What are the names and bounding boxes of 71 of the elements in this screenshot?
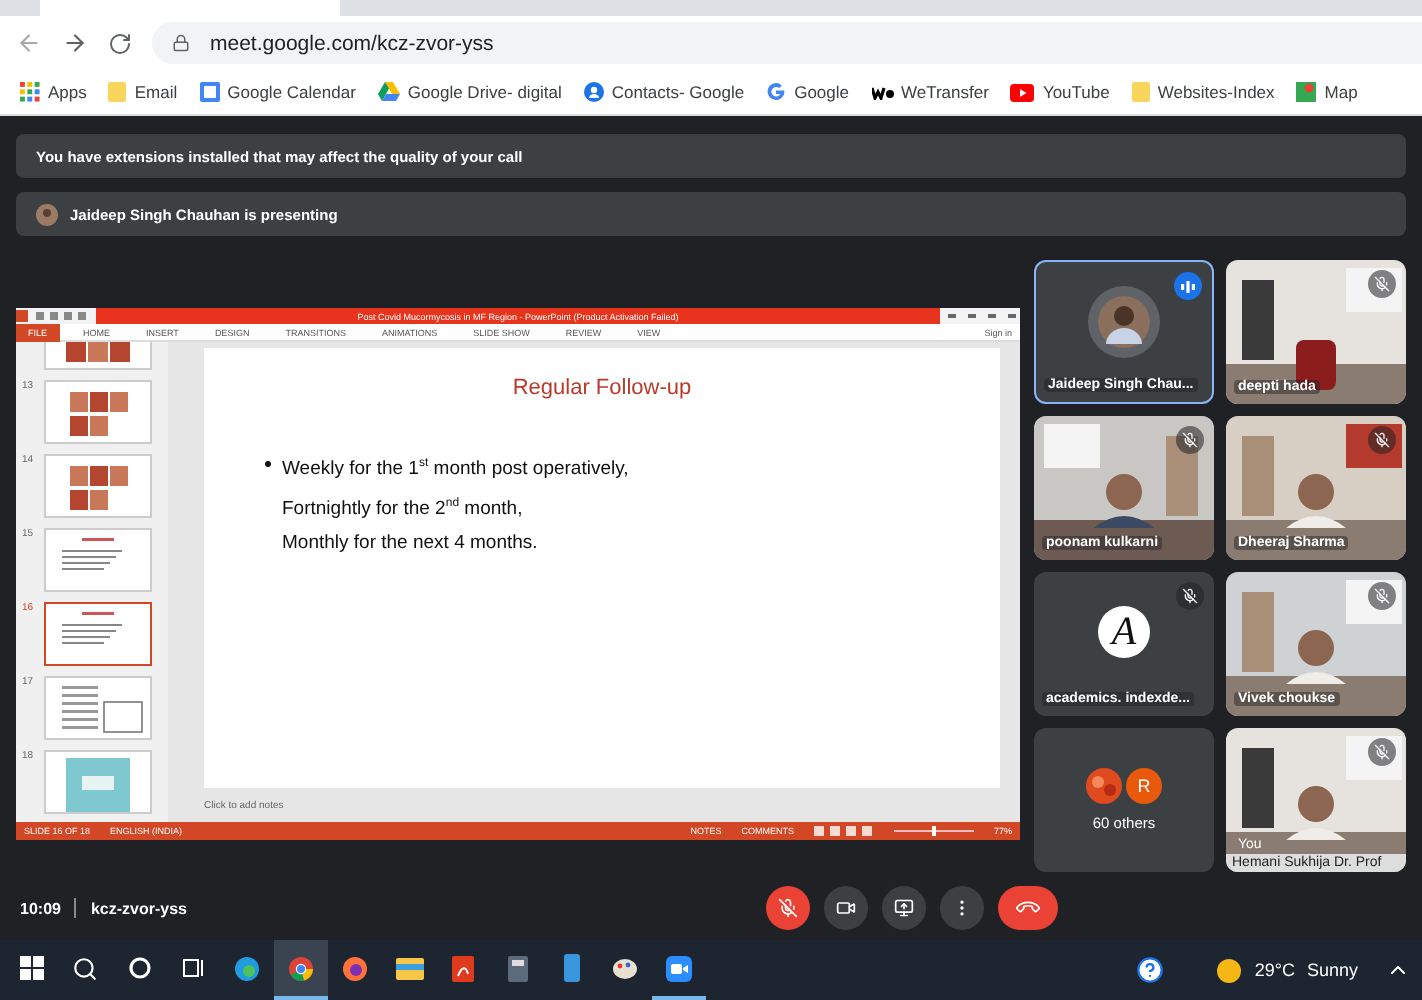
present-button[interactable] [882,886,927,930]
play-logo-icon [1010,83,1035,101]
slide-thumbnail[interactable] [44,750,152,814]
view-buttons-icon [813,826,874,836]
avatar-icon [1086,768,1122,804]
slide-thumbnail[interactable] [44,454,152,518]
apps-grid-icon [20,82,40,102]
microphone-button[interactable] [766,886,811,930]
slide-thumbnail[interactable] [44,528,152,592]
phone-icon [563,954,579,982]
slide-text: Weekly for the 1$^{st}$ month post operatively, [282,456,629,483]
slide-thumbnail[interactable] [44,342,152,370]
fox-icon [342,955,368,981]
address-bar[interactable]: meet.google.com/kcz-zvor-yss [152,22,1422,64]
bullet-icon [264,460,272,468]
sun-icon [1216,957,1243,983]
present-screen-icon [894,898,915,918]
mic-off-icon [778,898,799,918]
taskbar-button[interactable] [274,940,328,1000]
search-icon [72,955,98,981]
slide-thumbnail[interactable] [44,676,152,740]
slide-text: Monthly for the next 4 months. [282,532,538,557]
calculator-icon [507,955,527,981]
hang-up-button[interactable] [998,886,1059,930]
slide-text: Fortnightly for the 2$^{nd}$ month, [282,495,523,523]
avatar-icon [36,203,58,225]
g-logo-icon [766,82,787,102]
palette-icon [612,957,638,979]
avatar: R [1126,768,1162,804]
folder-icon [108,82,127,102]
meeting-code: kcz-zvor-yss [90,899,189,917]
bookmark-link[interactable]: Google Drive- digital [377,82,562,102]
folder-icon [395,957,423,979]
bookmark-link[interactable]: WeTransfer [871,82,989,102]
calendar-icon [199,82,220,102]
bookmark-link[interactable]: Google Calendar [199,82,356,102]
swirl-icon [234,955,260,981]
lock-icon [172,34,190,52]
bookmark-link[interactable]: Email [108,82,178,102]
slide-thumbnail[interactable] [44,380,152,444]
circle-logo-icon [288,955,314,981]
task-view-icon [181,956,205,980]
speaking-icon [1174,272,1202,300]
map-pin-icon [1296,82,1317,102]
bookmark-link[interactable]: Map [1296,82,1358,102]
forward-button[interactable] [62,30,88,56]
weather-condition: Sunny [1306,960,1358,980]
four-squares-icon [19,956,43,980]
avatar: A [1098,606,1150,658]
reload-button[interactable] [108,31,132,55]
triangle-logo-icon [377,82,400,102]
temperature: 29°C [1254,960,1295,980]
folder-icon [1131,82,1150,102]
camera-button[interactable] [824,886,869,930]
avatar [1088,286,1160,358]
help-icon[interactable] [1136,956,1165,984]
bookmark-link[interactable]: Google [766,82,849,102]
clock: 10:09 [20,899,61,917]
bookmark-link[interactable]: YouTube [1010,82,1110,102]
camera-icon [836,898,857,918]
video-camera-icon [666,955,692,981]
slide-title: Regular Follow-up [512,376,694,400]
slide-preview-drawing [66,342,130,364]
document-icon [452,955,474,981]
bookmark-link[interactable]: Apps [20,82,87,102]
we-logo-icon [871,85,893,99]
bookmark-link[interactable]: Websites-Index [1131,82,1275,102]
bookmark-link[interactable]: Contacts- Google [583,82,745,102]
ring-icon [127,956,151,980]
slide-thumbnail[interactable] [44,602,152,666]
person-circle-icon [583,82,604,102]
